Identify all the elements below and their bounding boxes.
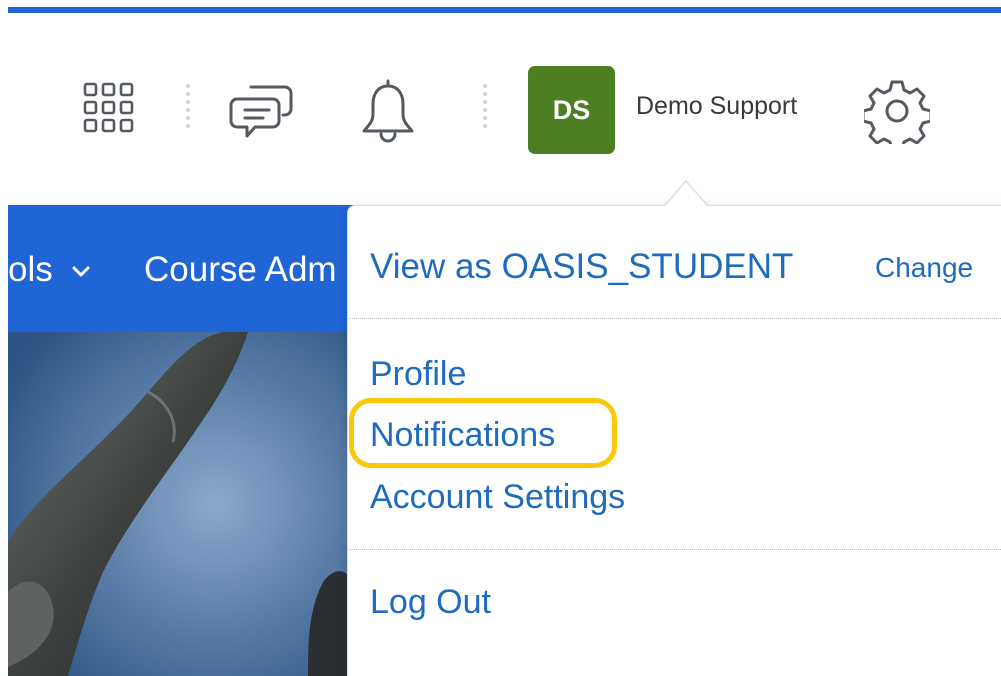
messages-button[interactable] [228, 76, 298, 142]
course-navbar: ols Course Adm [8, 205, 353, 332]
profile-link[interactable]: Profile [370, 355, 466, 394]
header-separator [483, 84, 487, 136]
top-accent-stripe [0, 0, 1001, 13]
menu-divider [348, 549, 1001, 550]
change-role-link[interactable]: Change [875, 252, 973, 284]
chat-bubbles-icon [229, 85, 293, 138]
bell-icon [362, 79, 414, 143]
nav-item-label: Course Adm [144, 250, 337, 289]
view-as-role-label: View as OASIS_STUDENT [370, 247, 794, 286]
header-separator [186, 84, 190, 136]
log-out-link[interactable]: Log Out [370, 583, 491, 622]
gear-icon [864, 80, 930, 144]
dropdown-caret-fill [665, 182, 707, 206]
nav-item-course-admin[interactable]: Course Adm [144, 250, 337, 290]
user-name-button[interactable]: Demo Support [636, 92, 797, 121]
chevron-down-icon [72, 266, 90, 277]
menu-divider [348, 318, 1001, 319]
course-banner-image [8, 332, 353, 676]
notifications-button[interactable] [356, 76, 420, 146]
waffle-grid-icon [83, 82, 134, 133]
settings-button[interactable] [862, 76, 932, 146]
apps-waffle-button[interactable] [81, 80, 137, 136]
account-settings-link[interactable]: Account Settings [370, 478, 625, 517]
nav-item-tools[interactable]: ols [8, 250, 90, 290]
accent-bar [8, 7, 1001, 13]
nav-item-label: ols [8, 250, 53, 289]
page: DS Demo Support ols Course Adm View as O… [0, 0, 1001, 676]
notifications-highlight [349, 398, 617, 468]
avatar[interactable]: DS [528, 66, 615, 154]
statue-image [8, 332, 353, 676]
